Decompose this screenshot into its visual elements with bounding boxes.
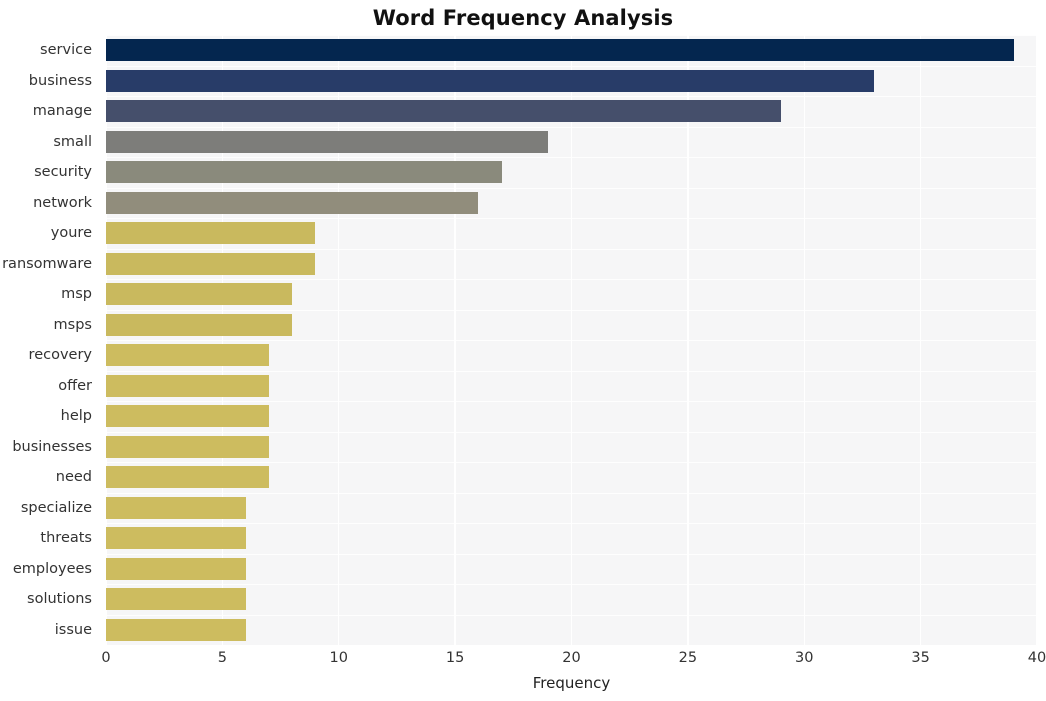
- gridline-horizontal: [106, 279, 1037, 281]
- x-tick-label: 30: [795, 650, 814, 666]
- bar: [106, 557, 246, 580]
- gridline-horizontal: [106, 126, 1037, 128]
- gridline-horizontal: [106, 614, 1037, 616]
- y-tick-label: threats: [40, 530, 92, 547]
- gridline-horizontal: [106, 553, 1037, 555]
- bar: [106, 283, 293, 306]
- gridline-horizontal: [106, 431, 1037, 433]
- gridline-horizontal: [106, 584, 1037, 586]
- y-tick-label: help: [60, 408, 92, 425]
- x-axis-title: Frequency: [532, 674, 611, 692]
- y-tick-label: msps: [53, 316, 92, 333]
- bar: [106, 588, 246, 611]
- y-tick-label: network: [33, 194, 92, 211]
- bar: [106, 344, 269, 367]
- y-tick-label: youre: [50, 225, 92, 242]
- y-tick-label: offer: [58, 377, 92, 394]
- bar: [106, 222, 316, 245]
- y-tick-label: issue: [54, 621, 92, 638]
- x-axis-tick-labels: 0 5 10 15 20 25 30 35 40: [0, 650, 1046, 674]
- y-tick-label: manage: [32, 103, 92, 120]
- y-tick-label: ransomware: [2, 255, 92, 272]
- plot-area: [106, 35, 1037, 645]
- bar: [106, 252, 316, 275]
- gridline-horizontal: [106, 309, 1037, 311]
- bar: [106, 39, 1014, 62]
- gridline-horizontal: [106, 401, 1037, 403]
- bar: [106, 100, 781, 123]
- bar: [106, 527, 246, 550]
- bar: [106, 313, 293, 336]
- y-tick-label: recovery: [28, 347, 92, 364]
- gridline-horizontal: [106, 523, 1037, 525]
- gridline-horizontal: [106, 248, 1037, 250]
- x-tick-label: 10: [329, 650, 348, 666]
- y-tick-label: businesses: [12, 438, 92, 455]
- gridline-horizontal: [106, 340, 1037, 342]
- gridline-horizontal: [106, 35, 1037, 37]
- bar: [106, 130, 549, 153]
- bar: [106, 435, 269, 458]
- y-tick-label: small: [53, 133, 92, 150]
- bar: [106, 618, 246, 641]
- x-tick-label: 15: [445, 650, 465, 666]
- y-tick-label: solutions: [27, 591, 92, 608]
- x-tick-label: 35: [911, 650, 930, 666]
- gridline-horizontal: [106, 492, 1037, 494]
- x-tick-label: 5: [217, 650, 227, 666]
- x-tick-label: 0: [101, 650, 111, 666]
- gridline-horizontal: [106, 462, 1037, 464]
- bar: [106, 191, 479, 214]
- y-tick-label: service: [40, 42, 92, 59]
- bar: [106, 161, 502, 184]
- bar: [106, 374, 269, 397]
- bar: [106, 496, 246, 519]
- bar: [106, 405, 269, 428]
- y-tick-label: specialize: [20, 499, 92, 516]
- gridline-horizontal: [106, 370, 1037, 372]
- y-tick-label: need: [55, 469, 92, 486]
- gridline-horizontal: [106, 218, 1037, 220]
- y-tick-label: business: [28, 72, 92, 89]
- gridline-horizontal: [106, 157, 1037, 159]
- gridline-horizontal: [106, 96, 1037, 98]
- y-tick-label: msp: [61, 286, 92, 303]
- x-tick-label: 25: [678, 650, 698, 666]
- gridline-horizontal: [106, 187, 1037, 189]
- x-tick-label: 40: [1027, 650, 1046, 666]
- y-axis-tick-labels: service business manage small security networ…: [0, 35, 100, 645]
- x-tick-label: 20: [562, 650, 581, 666]
- y-tick-label: employees: [12, 560, 92, 577]
- gridline-horizontal: [106, 65, 1037, 67]
- y-tick-label: security: [34, 164, 92, 181]
- chart-figure: Word Frequency Analysis service business m…: [0, 0, 1046, 701]
- bar: [106, 69, 875, 92]
- bar: [106, 466, 269, 489]
- chart-title: Word Frequency Analysis: [372, 6, 674, 30]
